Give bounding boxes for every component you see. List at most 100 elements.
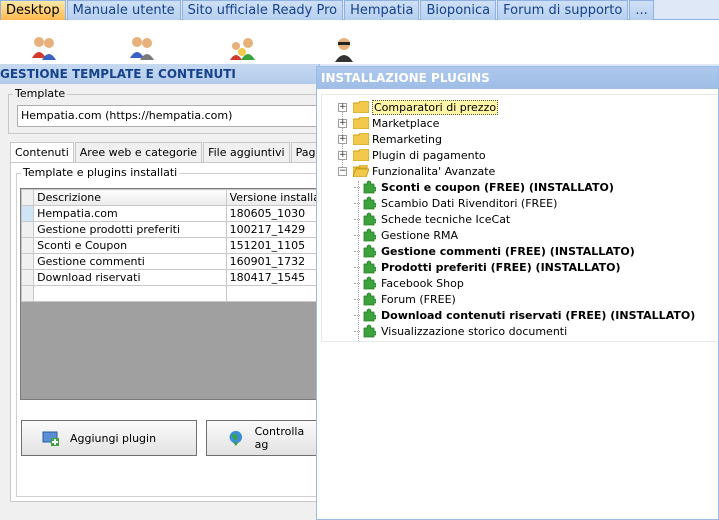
tree-connector — [354, 314, 360, 316]
globe-update-icon — [229, 430, 243, 446]
plugin-tree: + Comparatori di prezzo + Marketplace + … — [321, 94, 717, 342]
grid-header-row: Descrizione Versione installa — [21, 189, 321, 206]
tab-sito-ufficiale[interactable]: Sito ufficiale Ready Pro — [181, 0, 344, 20]
plugin-item[interactable]: Visualizzazione storico documenti — [354, 323, 567, 339]
tree-node-marketplace[interactable]: + Marketplace — [338, 115, 439, 131]
row-indicator — [21, 253, 35, 270]
plugin-item[interactable]: Gestione commenti (FREE) (INSTALLATO) — [354, 243, 635, 259]
puzzle-icon — [363, 228, 376, 242]
add-plugin-button[interactable]: Aggiungi plugin — [21, 420, 197, 456]
plugin-item[interactable]: Facebook Shop — [354, 275, 464, 291]
row-indicator — [21, 269, 35, 286]
tree-node-funzionalita[interactable]: − Funzionalita' Avanzate — [338, 163, 495, 179]
collapse-icon[interactable]: − — [338, 166, 347, 176]
tree-connector — [354, 186, 360, 188]
cell-descrizione: Download riservati — [33, 269, 227, 286]
tree-node-label: Marketplace — [372, 116, 440, 130]
table-row[interactable]: Hempatia.com 180605_1030 — [21, 205, 321, 222]
tree-connector — [354, 282, 360, 284]
plugin-label: Scambio Dati Rivenditori (FREE) — [381, 196, 558, 210]
tree-connector — [354, 330, 360, 332]
add-plugin-icon — [42, 431, 59, 446]
tab-contenuti[interactable]: Contenuti — [10, 142, 74, 163]
tree-node-label: Comparatori di prezzo — [372, 99, 499, 115]
template-management-window: GESTIONE TEMPLATE E CONTENUTI Template H… — [0, 64, 351, 520]
folder-icon — [353, 117, 369, 129]
window-title: GESTIONE TEMPLATE E CONTENUTI — [0, 64, 319, 84]
column-header-versione[interactable]: Versione installa — [225, 189, 321, 206]
sub-tab-bar: Contenuti Aree web e categorie File aggi… — [10, 142, 351, 163]
plugin-item[interactable]: Schede tecniche IceCat — [354, 211, 510, 227]
puzzle-icon — [363, 292, 376, 306]
template-group-label: Template — [13, 87, 68, 100]
cell-versione: 180605_1030 — [225, 205, 321, 222]
plugin-item[interactable]: Download contenuti riservati (FREE) (INS… — [354, 307, 695, 323]
plugin-item[interactable]: Sconti e coupon (FREE) (INSTALLATO) — [354, 179, 614, 195]
tree-connector — [354, 298, 360, 300]
cell-versione: 100217_1429 — [225, 221, 321, 238]
plugin-install-window: INSTALLAZIONE PLUGINS + Comparatori di p… — [316, 66, 719, 520]
tree-node-remarketing[interactable]: + Remarketing — [338, 131, 442, 147]
agent-icon[interactable] — [330, 34, 358, 62]
folder-icon — [353, 101, 369, 113]
tab-hempatia[interactable]: Hempatia — [344, 0, 420, 20]
user-group-icon[interactable] — [128, 34, 156, 62]
cell-empty — [225, 285, 321, 302]
cell-versione: 151201_1105 — [225, 237, 321, 254]
expand-icon[interactable]: + — [338, 134, 347, 144]
cell-descrizione: Gestione prodotti preferiti — [33, 221, 227, 238]
add-plugin-label: Aggiungi plugin — [70, 431, 157, 445]
row-indicator-header — [21, 189, 35, 206]
plugin-item[interactable]: Prodotti preferiti (FREE) (INSTALLATO) — [354, 259, 621, 275]
tree-connector — [354, 266, 360, 268]
row-indicator — [21, 221, 35, 238]
toolbar — [0, 20, 719, 64]
cell-empty — [33, 285, 227, 302]
puzzle-icon — [363, 212, 376, 226]
plugin-label: Download contenuti riservati (FREE) (INS… — [381, 308, 696, 322]
folder-icon — [353, 133, 369, 145]
template-select[interactable]: Hempatia.com (https://hempatia.com) — [17, 105, 327, 127]
column-header-descrizione[interactable]: Descrizione — [33, 189, 227, 206]
tree-node-label: Funzionalita' Avanzate — [372, 164, 496, 178]
tree-node-pagamento[interactable]: + Plugin di pagamento — [338, 147, 486, 163]
cell-versione: 160901_1732 — [225, 253, 321, 270]
tab-file-aggiuntivi[interactable]: File aggiuntivi — [203, 142, 290, 162]
customers-icon[interactable] — [228, 34, 256, 62]
expand-icon[interactable]: + — [338, 118, 347, 128]
check-updates-button[interactable]: Controlla ag — [206, 420, 320, 456]
users-icon[interactable] — [30, 34, 58, 62]
plugin-item[interactable]: Forum (FREE) — [354, 291, 456, 307]
plugin-label: Gestione RMA — [381, 228, 459, 242]
table-row[interactable]: Download riservati 180417_1545 — [21, 269, 321, 286]
plugin-label: Facebook Shop — [381, 276, 464, 290]
template-group: Template Hempatia.com (https://hempatia.… — [8, 87, 328, 134]
tab-forum-supporto[interactable]: Forum di supporto — [497, 0, 629, 20]
plugin-item[interactable]: Scambio Dati Rivenditori (FREE) — [354, 195, 557, 211]
tab-bioponica[interactable]: Bioponica — [420, 0, 497, 20]
tab-manuale-utente[interactable]: Manuale utente — [66, 0, 181, 20]
tree-connector — [354, 250, 360, 252]
plugin-label: Schede tecniche IceCat — [381, 212, 511, 226]
tree-connector — [354, 218, 360, 220]
table-row[interactable]: Gestione prodotti preferiti 100217_1429 — [21, 221, 321, 238]
table-row[interactable]: Sconti e Coupon 151201_1105 — [21, 237, 321, 254]
tab-aree-web[interactable]: Aree web e categorie — [74, 142, 203, 162]
plugin-label: Prodotti preferiti (FREE) (INSTALLATO) — [381, 260, 621, 274]
tree-node-label: Plugin di pagamento — [372, 148, 486, 162]
puzzle-icon — [363, 196, 376, 210]
expand-icon[interactable]: + — [338, 102, 347, 112]
row-indicator — [21, 237, 35, 254]
tab-more[interactable]: ... — [629, 0, 654, 20]
tab-desktop[interactable]: Desktop — [0, 0, 66, 20]
puzzle-icon — [363, 260, 376, 274]
puzzle-icon — [363, 308, 376, 322]
plugin-item[interactable]: Gestione RMA — [354, 227, 458, 243]
expand-icon[interactable]: + — [338, 150, 347, 160]
folder-icon — [353, 149, 369, 161]
table-row-empty[interactable] — [21, 285, 321, 302]
puzzle-icon — [363, 276, 376, 290]
cell-descrizione: Gestione commenti — [33, 253, 227, 270]
table-row[interactable]: Gestione commenti 160901_1732 — [21, 253, 321, 270]
tree-node-comparatori[interactable]: + Comparatori di prezzo — [338, 99, 499, 115]
